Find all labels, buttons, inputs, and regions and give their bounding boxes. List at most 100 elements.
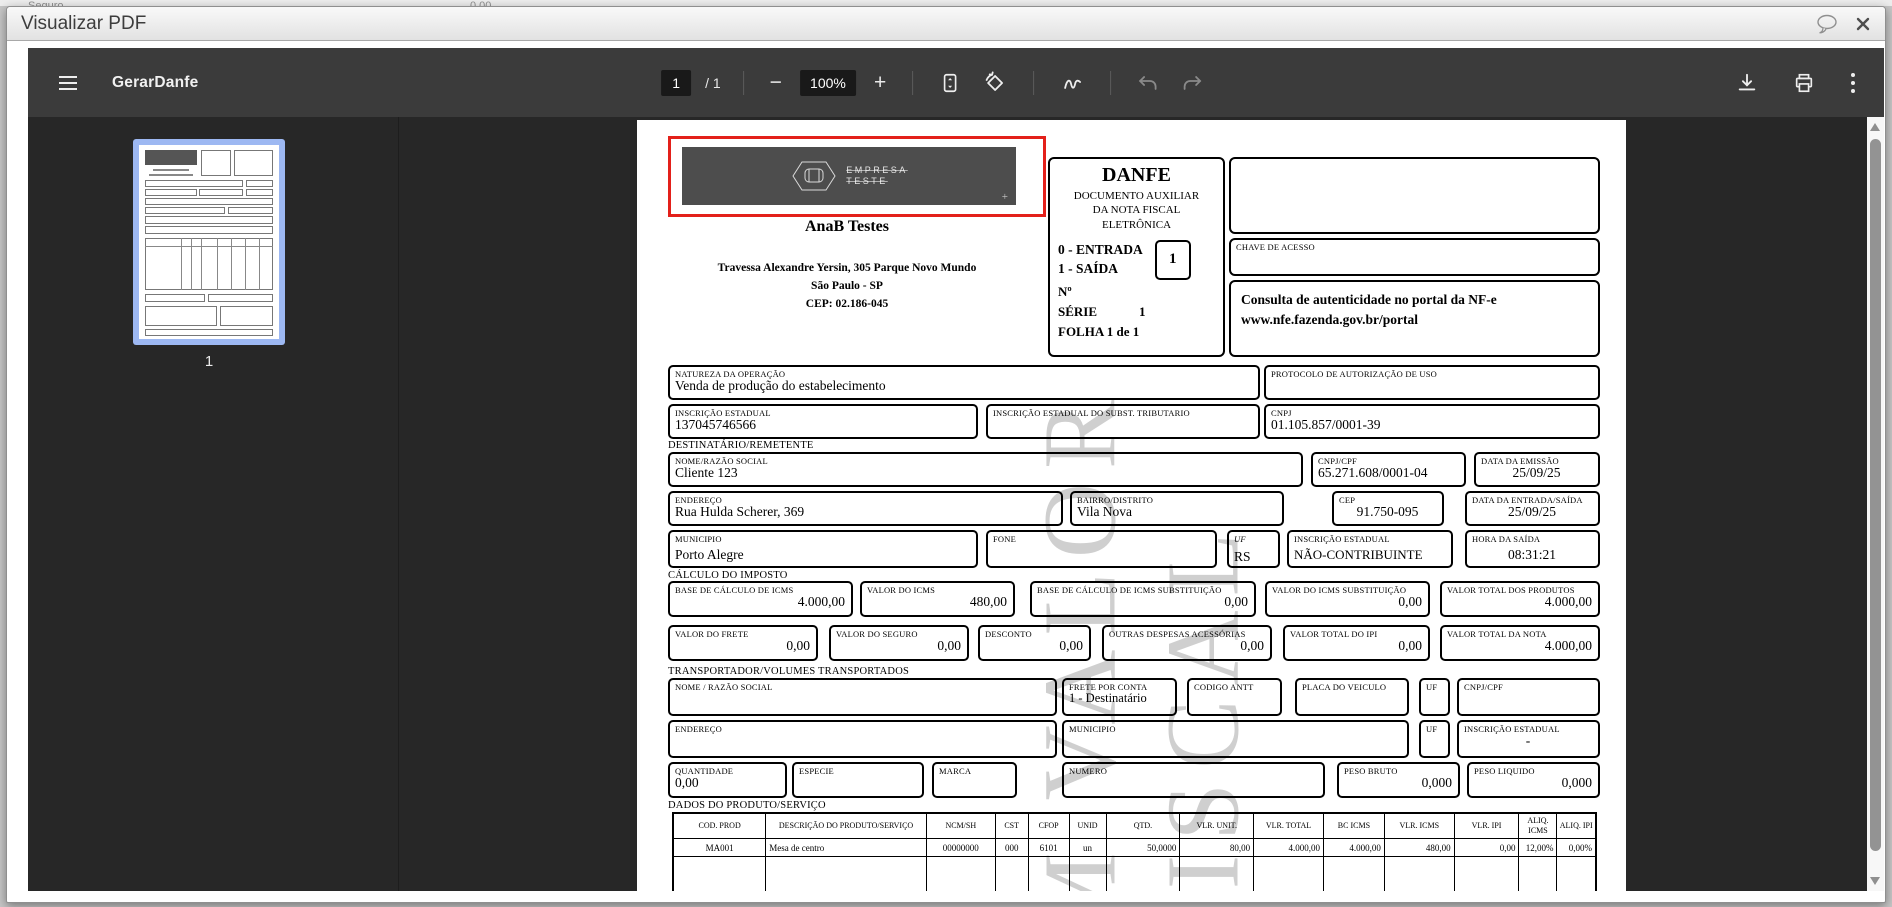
visualizar-pdf-modal: Visualizar PDF GerarDanfe 1 / 1 − 100% +…: [6, 6, 1886, 903]
zoom-in-icon[interactable]: +: [870, 68, 890, 97]
emitente-endereco: Travessa Alexandre Yersin, 305 Parque No…: [717, 262, 977, 310]
fit-page-icon[interactable]: [935, 68, 965, 98]
document-title: GerarDanfe: [112, 73, 199, 91]
field-cep: CEP 91.750-095: [1332, 491, 1444, 526]
screen: Seguro 0,00 Visualizar PDF GerarDanfe 1 …: [0, 0, 1892, 907]
field-valor-icms: VALOR DO ICMS 480,00: [860, 581, 1015, 617]
column-header: VLR. TOTAL: [1253, 812, 1324, 839]
empty-row: [672, 856, 1597, 891]
logo-text: EMPRESA TESTE: [846, 164, 908, 186]
zoom-level[interactable]: 100%: [799, 69, 856, 96]
scrollbar-up-icon[interactable]: [1870, 123, 1880, 131]
cell: 00000000: [925, 838, 996, 857]
field-dest-endereco: ENDEREÇO Rua Hulda Scherer, 369: [668, 491, 1063, 526]
tipo-operacao-box: 1: [1154, 239, 1191, 280]
field-inscricao-estadual: INSCRIÇÃO ESTADUAL 137045746566: [668, 404, 978, 439]
field-valor-icms-substituicao: VALOR DO ICMS SUBSTITUIÇÃO 0,00: [1265, 581, 1430, 617]
field-quantidade: QUANTIDADE 0,00: [668, 762, 787, 798]
produtos-table: COD. PROD DESCRIÇÃO DO PRODUTO/SERVIÇO N…: [672, 812, 1597, 891]
field-base-calculo-icms: BASE DE CÁLCULO DE ICMS 4.000,00: [668, 581, 853, 617]
menu-icon[interactable]: [54, 71, 82, 95]
consulta-box: Consulta de autenticidade no portal da N…: [1229, 280, 1600, 357]
field-municipio: MUNICIPIO Porto Alegre: [668, 530, 978, 568]
field-peso-liquido: PESO LIQUIDO 0,000: [1467, 762, 1600, 798]
field-marca: MARCA: [932, 762, 1017, 798]
rotate-icon[interactable]: [979, 67, 1011, 99]
field-outras-despesas: OUTRAS DESPESAS ACESSÓRIAS 0,00: [1102, 625, 1272, 661]
column-header: CFOP: [1027, 812, 1070, 839]
thumbnail-page-number: 1: [204, 353, 214, 370]
thumbnail-page-preview: [139, 145, 279, 339]
modal-title: Visualizar PDF: [21, 12, 147, 34]
field-hora-saida: HORA DA SAÍDA 08:31:21: [1465, 530, 1600, 568]
thumbnail-panel: 1: [28, 117, 399, 891]
cell: Mesa de centro: [765, 838, 927, 857]
column-header: COD. PROD: [672, 812, 767, 839]
field-natureza-operacao: NATUREZA DA OPERAÇÃO Venda de produção do…: [668, 365, 1260, 400]
close-icon[interactable]: [1855, 16, 1871, 32]
column-header: CST: [994, 812, 1029, 839]
scrollbar-down-icon[interactable]: [1870, 877, 1880, 885]
section-transportador: TRANSPORTADOR/VOLUMES TRANSPORTADOS: [668, 666, 910, 677]
pdf-content-area: 1 SEM VALOR FISCAL EMPRESA TESTE + AnaB …: [28, 117, 1884, 891]
undo-icon[interactable]: [1133, 69, 1163, 97]
field-valor-total-nota: VALOR TOTAL DA NOTA 4.000,00: [1440, 625, 1600, 661]
field-dest-nome: NOME/RAZÃO SOCIAL Cliente 123: [668, 452, 1303, 487]
column-header: UNID: [1068, 812, 1107, 839]
toolbar-divider: [912, 70, 914, 95]
field-base-icms-substituicao: BASE DE CÁLCULO DE ICMS SUBSTITUIÇÃO 0,00: [1030, 581, 1256, 617]
toolbar-divider: [1110, 70, 1112, 95]
column-header: QTD.: [1105, 812, 1181, 839]
field-data-entrada-saida: DATA DA ENTRADA/SAÍDA 25/09/25: [1465, 491, 1600, 526]
cell: 50,0000: [1105, 838, 1181, 857]
cell: 0,00%: [1556, 838, 1597, 857]
column-header: VLR. UNIT.: [1179, 812, 1255, 839]
field-bairro: BAIRRO/DISTRITO Vila Nova: [1070, 491, 1284, 526]
field-transp-cnpj-cpf: CNPJ/CPF: [1457, 678, 1600, 716]
cell: MA001: [672, 838, 767, 857]
logo-hexagon-icon: [792, 161, 836, 191]
page-number-input[interactable]: [661, 69, 692, 96]
page-thumbnail[interactable]: [133, 139, 285, 345]
cell: un: [1068, 838, 1107, 857]
cell: 4.000,00: [1322, 838, 1385, 857]
field-valor-total-ipi: VALOR TOTAL DO IPI 0,00: [1283, 625, 1430, 661]
cell: 000: [994, 838, 1029, 857]
danfe-page: SEM VALOR FISCAL EMPRESA TESTE + AnaB Te…: [637, 120, 1626, 891]
emitente-nome: AnaB Testes: [804, 218, 890, 235]
company-logo: EMPRESA TESTE +: [682, 147, 1016, 205]
danfe-header-box: DANFE DOCUMENTO AUXILIAR DA NOTA FISCAL …: [1048, 157, 1225, 357]
toolbar-divider: [742, 70, 744, 95]
field-transp-nome: NOME / RAZÃO SOCIAL: [668, 678, 1057, 716]
field-transp-uf1: UF: [1419, 678, 1450, 716]
cell: 80,00: [1179, 838, 1255, 857]
field-desconto: DESCONTO 0,00: [978, 625, 1091, 661]
field-uf: UF RS: [1227, 530, 1280, 568]
vertical-scrollbar[interactable]: [1867, 117, 1884, 891]
field-dest-inscricao-estadual: INSCRIÇÃO ESTADUAL NÃO-CONTRIBUINTE: [1287, 530, 1453, 568]
field-dest-cnpj-cpf: CNPJ/CPF 65.271.608/0001-04: [1311, 452, 1466, 487]
field-valor-seguro: VALOR DO SEGURO 0,00: [829, 625, 969, 661]
column-header: ALIQ. ICMS: [1518, 812, 1558, 839]
field-numero: NUMERO: [1062, 762, 1325, 798]
zoom-out-icon[interactable]: −: [766, 68, 786, 97]
cell: 0,00: [1453, 838, 1520, 857]
download-icon[interactable]: [1732, 68, 1762, 98]
redo-icon[interactable]: [1177, 69, 1207, 97]
comment-bubble-icon[interactable]: [1815, 14, 1839, 34]
toolbar-divider: [1033, 70, 1035, 95]
page-total: / 1: [705, 74, 721, 91]
more-vertical-icon[interactable]: [1846, 68, 1860, 98]
field-transp-inscricao-estadual: INSCRIÇÃO ESTADUAL -: [1457, 720, 1600, 758]
chave-acesso-box: CHAVE DE ACESSO: [1229, 238, 1600, 276]
annotate-icon[interactable]: [1056, 68, 1088, 98]
column-header: VLR. IPI: [1453, 812, 1520, 839]
field-especie: ESPECIE: [792, 762, 924, 798]
print-icon[interactable]: [1788, 68, 1820, 98]
section-calculo-imposto: CÁLCULO DO IMPOSTO: [668, 570, 788, 581]
field-cnpj-emitente: CNPJ 01.105.857/0001-39: [1264, 404, 1600, 439]
scrollbar-thumb[interactable]: [1870, 139, 1881, 851]
pdf-viewer: GerarDanfe / 1 − 100% +: [28, 48, 1884, 891]
column-header: VLR. ICMS: [1383, 812, 1455, 839]
section-destinatario: DESTINATÁRIO/REMETENTE: [668, 440, 814, 451]
